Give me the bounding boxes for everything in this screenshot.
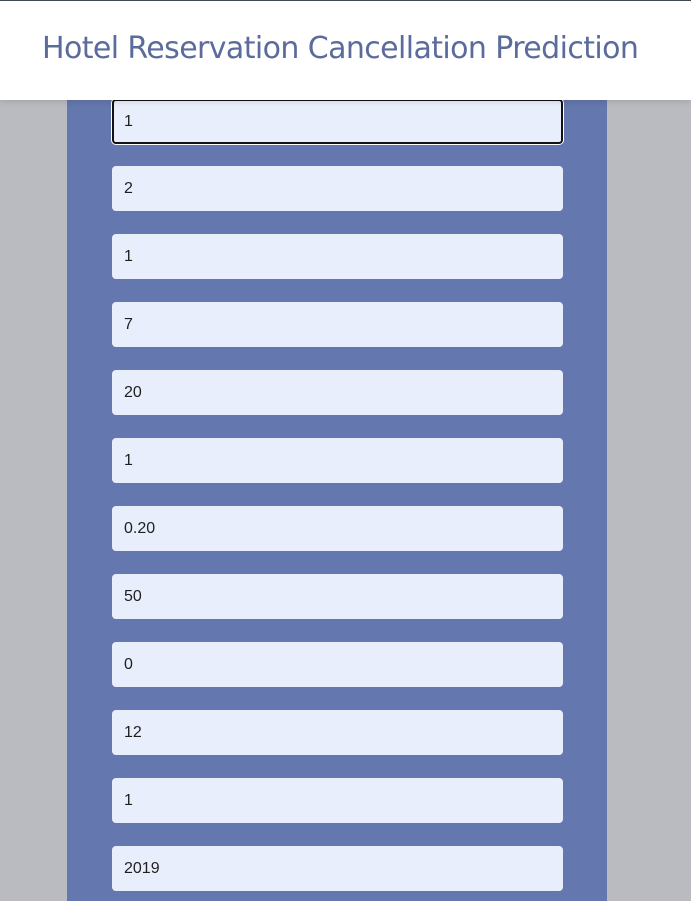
prediction-form: [67, 0, 607, 901]
form-field-12[interactable]: [112, 846, 563, 891]
page-header: Hotel Reservation Cancellation Predictio…: [0, 0, 691, 100]
form-field-10[interactable]: [112, 710, 563, 755]
form-field-11[interactable]: [112, 778, 563, 823]
form-field-3[interactable]: [112, 234, 563, 279]
form-field-6[interactable]: [112, 438, 563, 483]
form-field-1[interactable]: [112, 99, 563, 144]
form-field-4[interactable]: [112, 302, 563, 347]
form-field-5[interactable]: [112, 370, 563, 415]
form-field-9[interactable]: [112, 642, 563, 687]
page-title: Hotel Reservation Cancellation Predictio…: [42, 31, 639, 66]
form-field-7[interactable]: [112, 506, 563, 551]
form-field-2[interactable]: [112, 166, 563, 211]
form-field-8[interactable]: [112, 574, 563, 619]
